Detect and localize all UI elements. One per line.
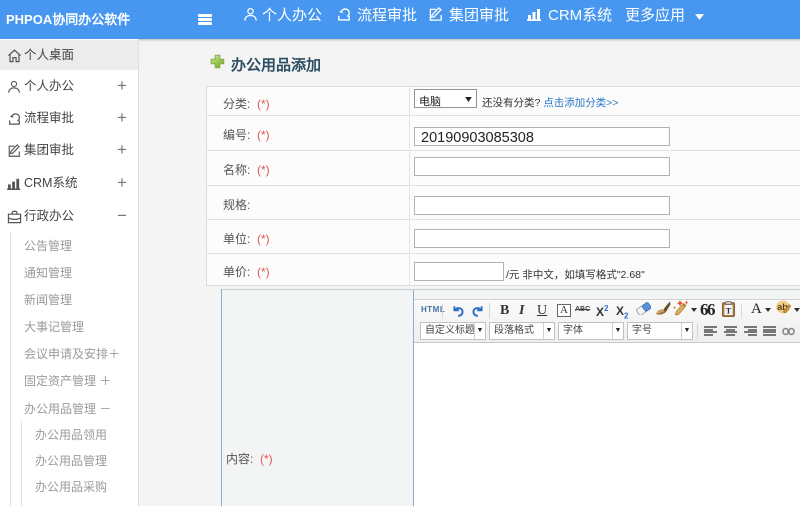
svg-text:T: T <box>726 306 732 316</box>
